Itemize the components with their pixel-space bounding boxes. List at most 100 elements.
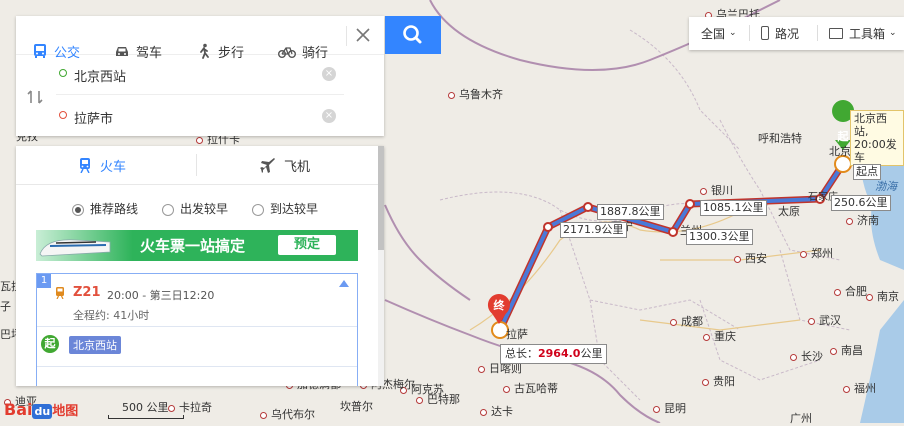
logo-brand: Bai bbox=[4, 400, 33, 419]
start-dot-icon bbox=[59, 69, 67, 77]
region-label: 全国 bbox=[701, 26, 726, 41]
city-label: 昆明 bbox=[653, 400, 686, 416]
city-label: 太原 bbox=[778, 205, 800, 218]
start-popup-time: 20:00发车 bbox=[854, 138, 897, 164]
train-number: Z21 bbox=[73, 285, 101, 300]
close-button[interactable] bbox=[352, 24, 374, 46]
train-time: 20:00 - 第三日12:20 bbox=[107, 289, 215, 302]
total-distance-label: 总长：2964.0公里 bbox=[500, 344, 608, 364]
segment-distance: 1887.8公里 bbox=[597, 204, 664, 220]
toolbox-button[interactable]: 工具箱 ⌄ bbox=[829, 17, 897, 49]
city-label: 呼和浩特 bbox=[758, 132, 802, 145]
clear-start-button[interactable]: × bbox=[322, 67, 336, 81]
collapse-icon[interactable] bbox=[339, 280, 349, 287]
toolbox-icon bbox=[829, 27, 843, 39]
logo-paw: du bbox=[32, 404, 53, 419]
close-icon bbox=[356, 28, 370, 42]
radio-label: 出发较早 bbox=[180, 202, 229, 216]
region-select[interactable]: 全国 ⌄ bbox=[701, 17, 737, 49]
logo-map-text: 地图 bbox=[52, 404, 79, 419]
scrollbar[interactable] bbox=[378, 146, 384, 386]
city-label: 福州 bbox=[843, 380, 876, 396]
city-label: 坎普尔 bbox=[340, 400, 373, 413]
total-distance-unit: 公里 bbox=[580, 347, 603, 360]
segment-distance: 2171.9公里 bbox=[560, 222, 627, 238]
tab-label: 飞机 bbox=[284, 160, 311, 175]
sort-arrive-early[interactable]: 到达较早 bbox=[252, 200, 318, 217]
segment-distance: 1085.1公里 bbox=[700, 200, 767, 216]
tab-label: 火车 bbox=[100, 160, 127, 175]
city-label: 乌鲁木齐 bbox=[448, 86, 503, 102]
baidu-logo[interactable]: Bai du 地图 bbox=[4, 400, 78, 419]
train-image bbox=[39, 239, 111, 257]
city-label: 拉萨 bbox=[506, 328, 528, 341]
segment-distance: 1300.3公里 bbox=[686, 229, 753, 245]
radio-label: 推荐路线 bbox=[90, 202, 139, 216]
city-label: 长沙 bbox=[790, 348, 823, 364]
banner-book-button[interactable]: 预定 bbox=[278, 235, 336, 255]
bus-icon bbox=[34, 44, 46, 58]
traffic-button[interactable]: 路况 bbox=[761, 17, 799, 49]
city-label: 成都 bbox=[670, 313, 703, 329]
segment-distance: 250.6公里 bbox=[831, 195, 891, 211]
clear-end-button[interactable]: × bbox=[322, 109, 336, 123]
result-index: 1 bbox=[37, 274, 51, 288]
scale-bar: 500 公里 bbox=[108, 399, 184, 419]
sort-recommended[interactable]: 推荐路线 bbox=[72, 200, 138, 217]
city-label: 银川 bbox=[700, 182, 733, 198]
map-toolbar: 全国 ⌄ 路况 工具箱 ⌄ bbox=[689, 17, 904, 50]
traffic-label: 路况 bbox=[775, 26, 800, 41]
radio-icon bbox=[72, 203, 84, 216]
route-search-panel: 公交 驾车 步行 骑行 北京西站 × 拉萨市 × bbox=[16, 16, 384, 136]
radio-icon bbox=[252, 203, 264, 216]
radio-label: 到达较早 bbox=[270, 202, 319, 216]
city-label: 广州 bbox=[790, 412, 812, 425]
start-station-name: 北京西站 bbox=[69, 336, 121, 354]
train-duration: 全程约: 41小时 bbox=[73, 309, 150, 322]
city-label: 北京 bbox=[829, 145, 851, 158]
results-panel: 火车 飞机 推荐路线 出发较早 到达较早 火车票一站搞定 预定 1 Z21 20… bbox=[16, 146, 384, 386]
city-label: 南昌 bbox=[830, 342, 863, 358]
end-input-value: 拉萨市 bbox=[74, 112, 114, 127]
city-label: 南京 bbox=[866, 288, 899, 304]
search-icon bbox=[403, 25, 422, 44]
city-label: 古瓦哈蒂 bbox=[503, 380, 558, 396]
start-station-badge: 起 bbox=[41, 335, 59, 353]
start-input-value: 北京西站 bbox=[74, 70, 127, 85]
radio-icon bbox=[162, 203, 174, 216]
start-marker[interactable]: 起 bbox=[836, 128, 850, 144]
city-label: 乌代布尔 bbox=[260, 406, 315, 422]
train-small-icon bbox=[56, 287, 64, 299]
train-icon bbox=[80, 158, 90, 173]
city-label: 郑州 bbox=[800, 245, 833, 261]
city-label: 子 bbox=[0, 300, 11, 313]
scale-bar-label: 500 公里 bbox=[122, 401, 169, 414]
city-label: 合肥 bbox=[834, 283, 867, 299]
start-popup: 北京西站, 20:00发车 bbox=[850, 110, 904, 166]
chevron-down-icon: ⌄ bbox=[889, 28, 897, 38]
start-popup-station: 北京西站, bbox=[854, 112, 887, 138]
toolbox-label: 工具箱 bbox=[849, 26, 886, 41]
end-marker[interactable]: 终 bbox=[492, 297, 506, 313]
ticket-banner[interactable]: 火车票一站搞定 预定 bbox=[36, 230, 358, 261]
city-label: 西安 bbox=[734, 250, 767, 266]
sort-depart-early[interactable]: 出发较早 bbox=[162, 200, 228, 217]
traffic-light-icon bbox=[761, 26, 769, 40]
swap-icon bbox=[27, 90, 43, 104]
plane-icon bbox=[260, 157, 275, 173]
tab-plane[interactable]: 飞机 bbox=[260, 156, 310, 175]
city-label: 武汉 bbox=[808, 312, 841, 328]
train-result-card[interactable]: 1 Z21 20:00 - 第三日12:20 全程约: 41小时 起 北京西站 bbox=[36, 273, 358, 386]
end-input[interactable]: 拉萨市 × bbox=[56, 96, 344, 136]
city-label: 达卡 bbox=[480, 403, 513, 419]
search-button[interactable] bbox=[385, 16, 441, 54]
city-label: 重庆 bbox=[703, 328, 736, 344]
total-distance-prefix: 总长： bbox=[505, 347, 538, 360]
swap-button[interactable] bbox=[26, 88, 44, 109]
city-label: 济南 bbox=[846, 212, 879, 228]
total-distance-value: 2964.0 bbox=[538, 347, 581, 360]
start-input[interactable]: 北京西站 × bbox=[56, 54, 344, 95]
tab-train[interactable]: 火车 bbox=[78, 156, 126, 175]
sea-label: 渤海 bbox=[875, 180, 897, 193]
city-label: 贵阳 bbox=[702, 373, 735, 389]
